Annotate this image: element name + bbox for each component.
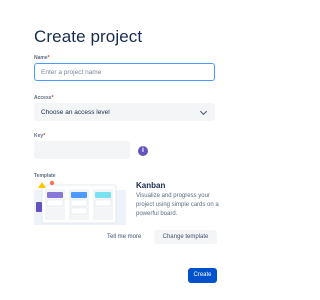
- access-selected-value: Choose an access level: [41, 109, 110, 116]
- key-label: Key*: [34, 133, 45, 139]
- create-project-page: Create project Name* Access* Choose an a…: [0, 0, 251, 300]
- chevron-down-icon: [199, 107, 208, 116]
- template-section-label: Template: [34, 173, 56, 179]
- create-button[interactable]: Create: [188, 268, 217, 283]
- template-name: Kanban: [136, 181, 166, 190]
- name-label: Name*: [34, 55, 50, 61]
- name-field[interactable]: [34, 63, 215, 81]
- project-name-input[interactable]: [41, 64, 214, 80]
- required-mark: *: [51, 95, 54, 101]
- tell-me-more-link[interactable]: Tell me more: [107, 234, 141, 240]
- required-mark: *: [43, 133, 46, 139]
- kanban-illustration-icon: [34, 180, 126, 225]
- change-template-button[interactable]: Change template: [154, 230, 217, 244]
- name-label-text: Name: [34, 55, 48, 61]
- access-label: Access*: [34, 95, 53, 101]
- key-input[interactable]: [34, 141, 130, 159]
- required-mark: *: [47, 55, 50, 61]
- template-description: Visualize and progress your project usin…: [136, 193, 219, 217]
- info-icon[interactable]: i: [138, 146, 148, 156]
- access-select[interactable]: Choose an access level: [34, 103, 215, 121]
- access-label-text: Access: [34, 95, 52, 101]
- page-title: Create project: [34, 27, 143, 46]
- key-label-text: Key: [34, 133, 44, 139]
